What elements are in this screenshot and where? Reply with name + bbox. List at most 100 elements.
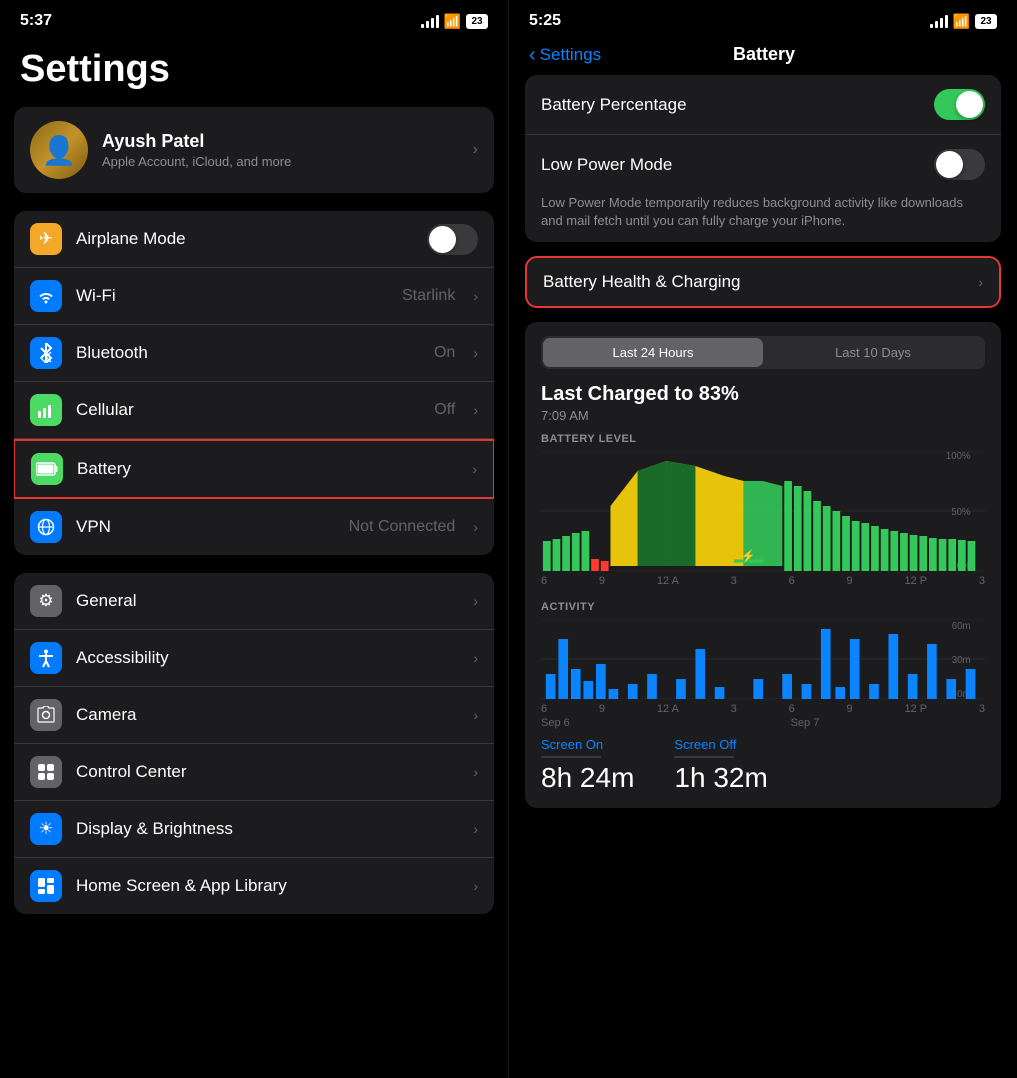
battery-health-row[interactable]: Battery Health & Charging ›	[525, 256, 1001, 308]
left-time: 5:37	[20, 12, 52, 30]
cellular-icon	[30, 394, 62, 426]
vpn-label: VPN	[76, 517, 335, 537]
svg-text:50%: 50%	[951, 507, 971, 518]
display-label: Display & Brightness	[76, 819, 459, 839]
cellular-value: Off	[434, 401, 455, 419]
bluetooth-label: Bluetooth	[76, 343, 420, 363]
profile-subtitle: Apple Account, iCloud, and more	[102, 154, 459, 169]
battery-chart-x-labels: 6 9 12 A 3 6 9 12 P 3	[541, 575, 985, 587]
sidebar-item-control-center[interactable]: Control Center ›	[14, 744, 494, 801]
screen-off-stat: Screen Off 1h 32m	[674, 737, 767, 794]
sidebar-item-home-screen[interactable]: Home Screen & App Library ›	[14, 858, 494, 914]
accessibility-label: Accessibility	[76, 648, 459, 668]
battery-chart-section: Last 24 Hours Last 10 Days Last Charged …	[525, 322, 1001, 808]
health-chevron-icon: ›	[978, 274, 983, 290]
general-label: General	[76, 591, 459, 611]
battery-settings-content: Battery Percentage Low Power Mode Low Po…	[509, 75, 1017, 808]
sidebar-item-cellular[interactable]: Cellular Off ›	[14, 382, 494, 439]
bluetooth-chevron: ›	[473, 345, 478, 361]
right-battery-icon: 23	[975, 14, 997, 29]
low-power-knob	[936, 151, 963, 178]
low-power-row[interactable]: Low Power Mode	[525, 135, 1001, 194]
sidebar-item-general[interactable]: ⚙ General ›	[14, 573, 494, 630]
profile-chevron: ›	[473, 141, 478, 159]
camera-icon	[30, 699, 62, 731]
page-title: Battery	[601, 44, 997, 65]
x-label-3: 3	[731, 575, 737, 587]
right-panel: 5:25 📶 23 ‹ Settings Battery Battery Per…	[508, 0, 1017, 1078]
back-chevron-icon: ‹	[529, 45, 536, 65]
svg-text:⚡: ⚡	[741, 549, 755, 563]
airplane-mode-icon: ✈	[30, 223, 62, 255]
battery-level-label: BATTERY LEVEL	[541, 433, 985, 445]
home-screen-label: Home Screen & App Library	[76, 876, 459, 896]
screen-off-value: 1h 32m	[674, 762, 767, 794]
act-x-7: 3	[979, 703, 985, 715]
settings-title: Settings	[0, 38, 508, 107]
sidebar-item-airplane-mode[interactable]: ✈ Airplane Mode	[14, 211, 494, 268]
x-label-6: 12 P	[904, 575, 927, 587]
x-label-1: 9	[599, 575, 605, 587]
battery-percentage-label: Battery Percentage	[541, 95, 687, 115]
sidebar-item-wifi[interactable]: Wi-Fi Starlink ›	[14, 268, 494, 325]
battery-label: Battery	[77, 459, 458, 479]
svg-text:60m: 60m	[952, 621, 971, 632]
right-status-bar: 5:25 📶 23	[509, 0, 1017, 38]
left-status-bar: 5:37 📶 23	[0, 0, 508, 38]
low-power-toggle[interactable]	[934, 149, 985, 180]
sidebar-item-battery[interactable]: Battery ›	[14, 439, 494, 499]
activity-chart: 60m 30m 0m	[541, 619, 985, 699]
display-chevron: ›	[473, 821, 478, 837]
settings-group-1: ✈ Airplane Mode Wi-Fi Starlink ›	[14, 211, 494, 555]
low-power-description: Low Power Mode temporarily reduces backg…	[525, 194, 1001, 242]
time-range-tabs: Last 24 Hours Last 10 Days	[541, 336, 985, 369]
activity-label: ACTIVITY	[541, 601, 985, 613]
svg-text:100%: 100%	[946, 451, 971, 462]
camera-label: Camera	[76, 705, 459, 725]
accessibility-chevron: ›	[473, 650, 478, 666]
x-label-2: 12 A	[657, 575, 679, 587]
screen-time-stats: Screen On 8h 24m Screen Off 1h 32m	[541, 737, 985, 794]
battery-toggles-section: Battery Percentage Low Power Mode Low Po…	[525, 75, 1001, 242]
airplane-mode-toggle[interactable]	[427, 224, 478, 255]
right-wifi-icon: 📶	[953, 13, 970, 30]
profile-name: Ayush Patel	[102, 131, 459, 152]
battery-settings-icon	[31, 453, 63, 485]
act-x-4: 6	[789, 703, 795, 715]
signal-icon	[421, 14, 439, 28]
back-label[interactable]: Settings	[540, 45, 601, 65]
sidebar-item-camera[interactable]: Camera ›	[14, 687, 494, 744]
act-x-6: 12 P	[904, 703, 927, 715]
tab-24-hours[interactable]: Last 24 Hours	[543, 338, 763, 367]
battery-percentage-toggle[interactable]	[934, 89, 985, 120]
sidebar-item-vpn[interactable]: VPN Not Connected ›	[14, 499, 494, 555]
right-status-icons: 📶 23	[930, 13, 997, 30]
x-label-0: 6	[541, 575, 547, 587]
airplane-mode-label: Airplane Mode	[76, 229, 413, 249]
x-label-4: 6	[789, 575, 795, 587]
back-button[interactable]: ‹ Settings	[529, 45, 601, 65]
profile-card[interactable]: 👤 Ayush Patel Apple Account, iCloud, and…	[14, 107, 494, 193]
activity-chart-x-labels: 6 9 12 A 3 6 9 12 P 3	[541, 703, 985, 715]
last-charged-time: 7:09 AM	[541, 408, 985, 423]
vpn-value: Not Connected	[349, 518, 456, 536]
date-label-sep6: Sep 6	[541, 717, 570, 729]
tab-10-days[interactable]: Last 10 Days	[763, 338, 983, 367]
battery-level-chart: 100% 50% 0%	[541, 451, 985, 571]
act-x-1: 9	[599, 703, 605, 715]
vpn-chevron: ›	[473, 519, 478, 535]
act-x-5: 9	[847, 703, 853, 715]
last-charged-title: Last Charged to 83%	[541, 383, 985, 406]
wifi-value: Starlink	[402, 287, 455, 305]
home-screen-chevron: ›	[473, 878, 478, 894]
display-icon: ☀	[30, 813, 62, 845]
sidebar-item-accessibility[interactable]: Accessibility ›	[14, 630, 494, 687]
battery-percentage-knob	[956, 91, 983, 118]
sidebar-item-bluetooth[interactable]: Bluetooth On ›	[14, 325, 494, 382]
bluetooth-icon	[30, 337, 62, 369]
bluetooth-value: On	[434, 344, 455, 362]
battery-percentage-row[interactable]: Battery Percentage	[525, 75, 1001, 135]
sidebar-item-display[interactable]: ☀ Display & Brightness ›	[14, 801, 494, 858]
x-label-7: 3	[979, 575, 985, 587]
control-center-chevron: ›	[473, 764, 478, 780]
